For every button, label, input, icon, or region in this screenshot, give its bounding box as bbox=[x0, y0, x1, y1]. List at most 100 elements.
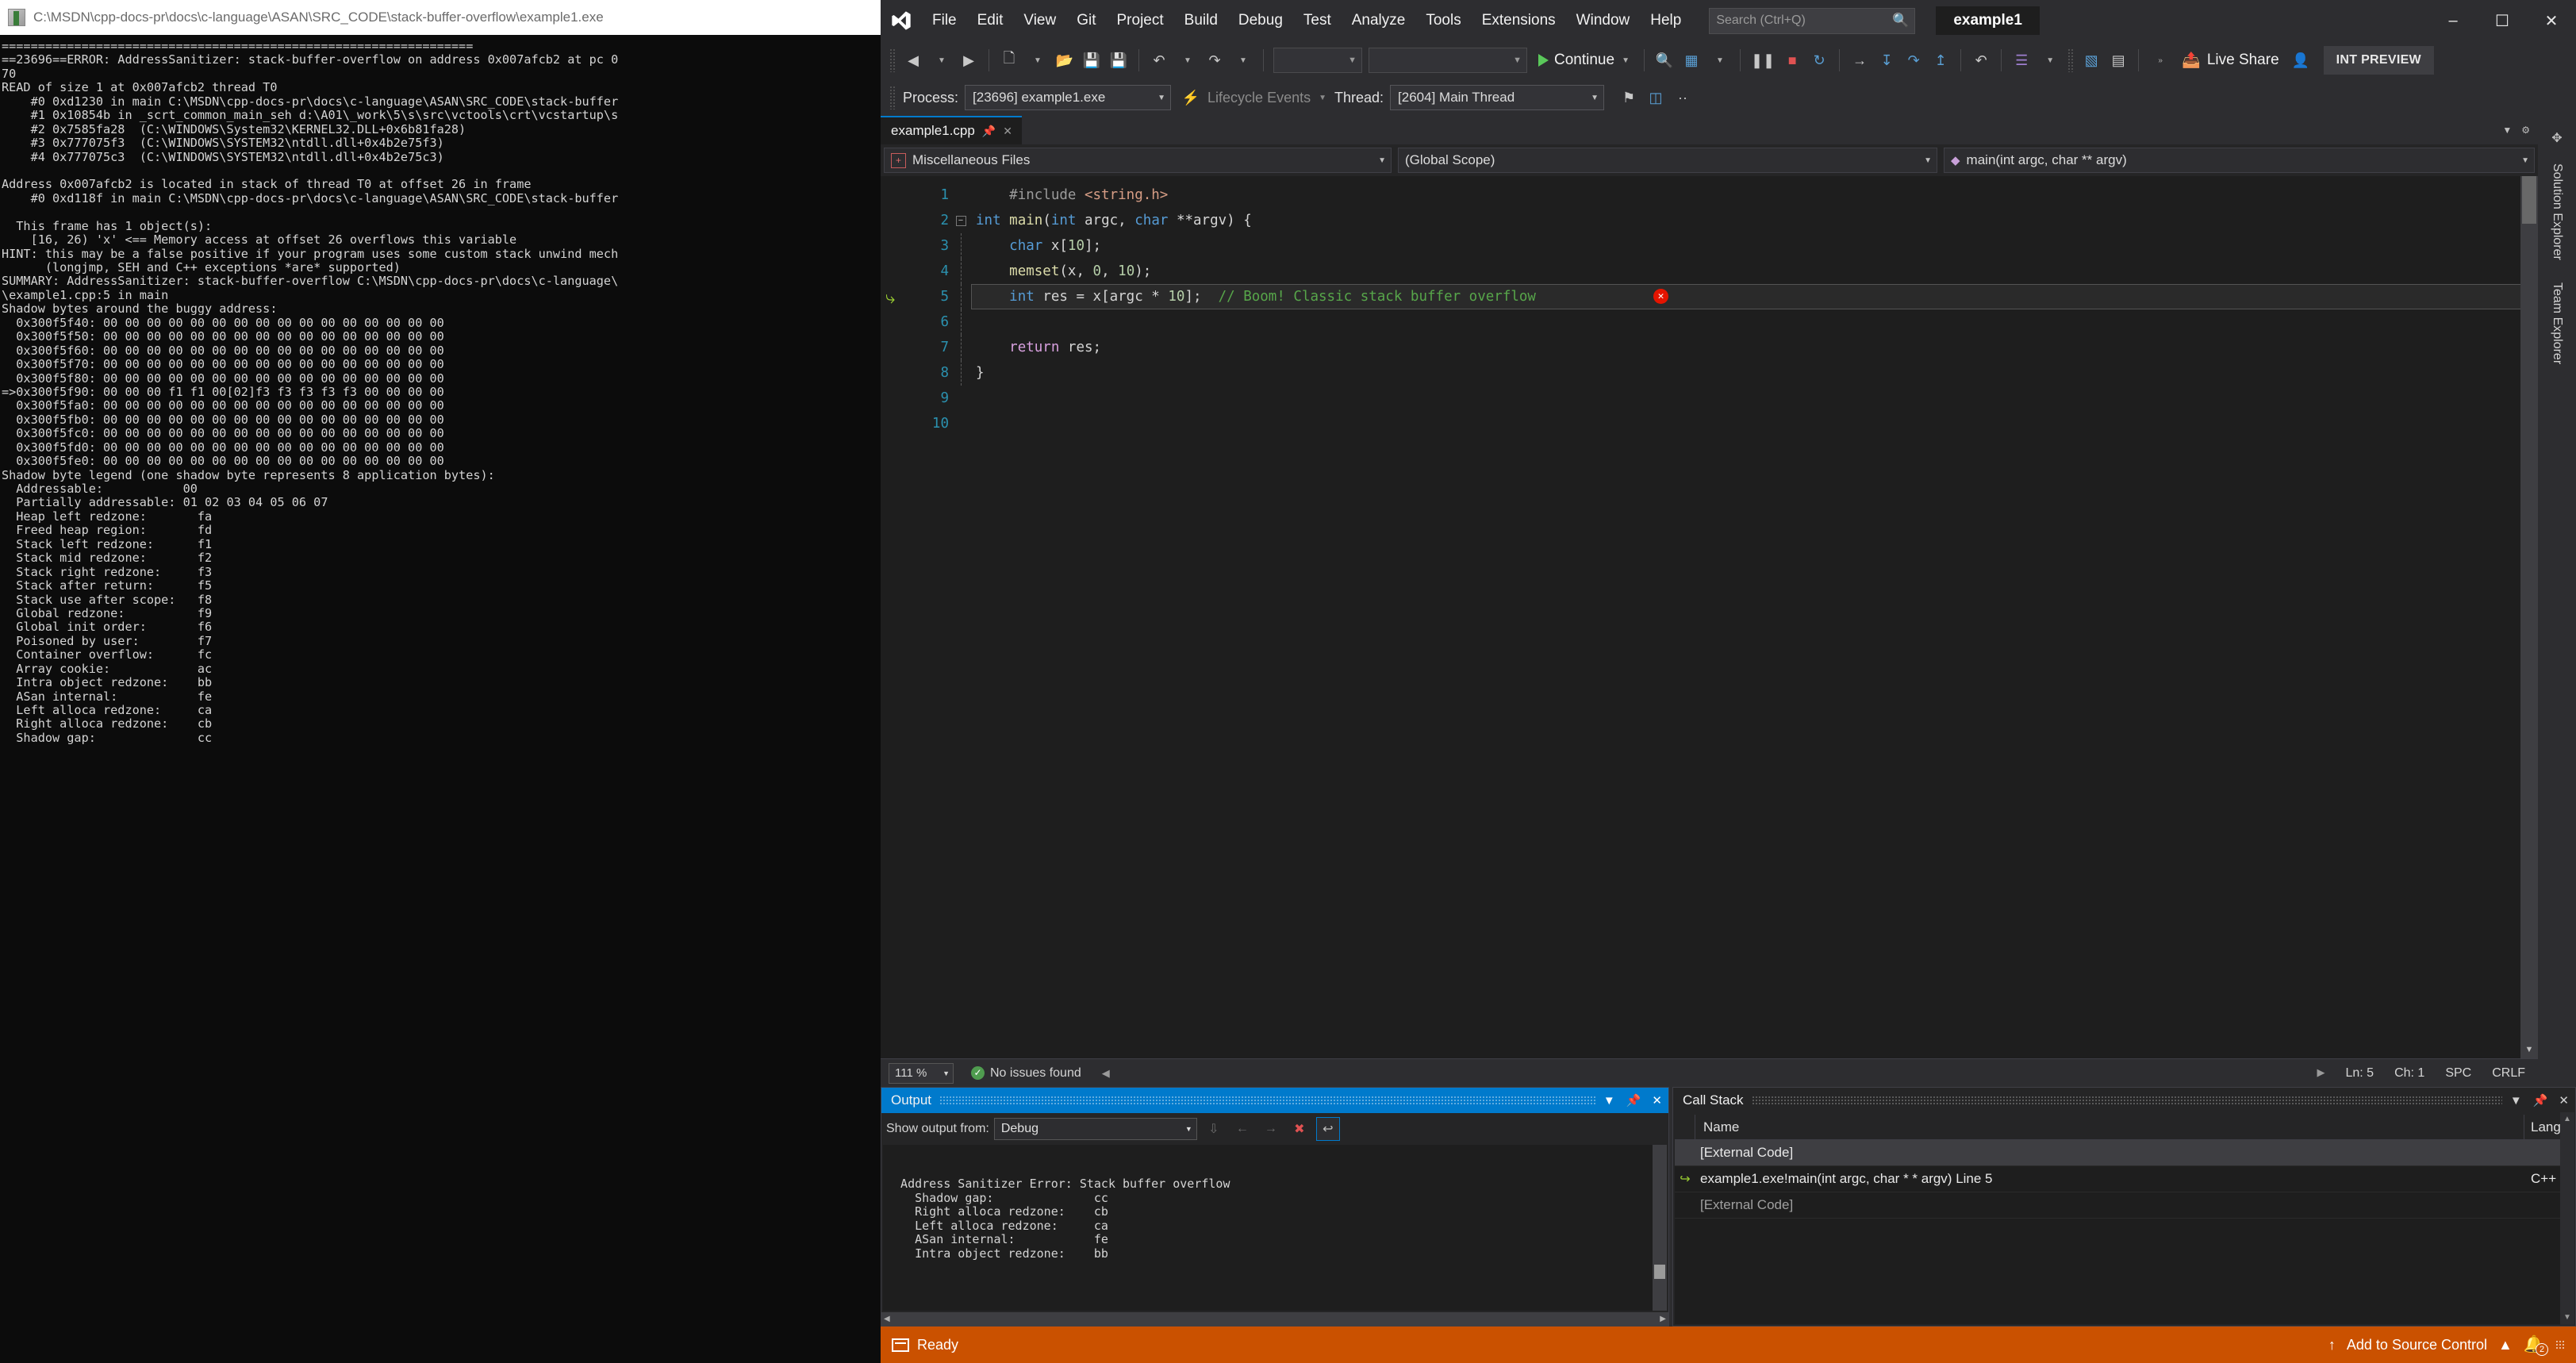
scroll-down-icon[interactable]: ▼ bbox=[2520, 1041, 2538, 1058]
call-stack-menu-icon[interactable]: ▼ bbox=[2510, 1094, 2522, 1108]
step-into-icon[interactable]: ↧ bbox=[1873, 46, 1900, 75]
menu-build[interactable]: Build bbox=[1174, 7, 1228, 34]
collapse-block-icon[interactable]: − bbox=[955, 215, 966, 226]
indicator-margin[interactable]: ⤷ bbox=[881, 176, 908, 1058]
output-horizontal-scrollbar[interactable]: ◀ ▶ bbox=[881, 1312, 1668, 1326]
column-header-name[interactable]: Name bbox=[1695, 1115, 2524, 1139]
next-issue-icon[interactable]: ▶ bbox=[2317, 1066, 2325, 1081]
undo-dropdown-icon[interactable]: ▼ bbox=[1174, 46, 1201, 75]
close-button[interactable]: ✕ bbox=[2527, 0, 2576, 41]
minimize-button[interactable]: – bbox=[2428, 0, 2478, 41]
threads-dropdown-icon[interactable]: ▼ bbox=[2037, 46, 2063, 75]
spaces-indicator[interactable]: SPC bbox=[2445, 1066, 2471, 1081]
code-line[interactable]: memset(x, 0, 10); bbox=[971, 259, 2538, 284]
eol-indicator[interactable]: CRLF bbox=[2492, 1066, 2525, 1081]
new-project-icon[interactable]: 🗋 bbox=[996, 46, 1023, 75]
output-panel-menu-icon[interactable]: ▼ bbox=[1603, 1094, 1615, 1108]
thread-combo[interactable]: [2604] Main Thread ▼ bbox=[1390, 85, 1605, 110]
menu-help[interactable]: Help bbox=[1640, 7, 1691, 34]
continue-button[interactable]: Continue ▼ bbox=[1530, 46, 1637, 75]
maximize-button[interactable]: ☐ bbox=[2478, 0, 2527, 41]
code-line[interactable]: int main(int argc, char **argv) { bbox=[971, 208, 2538, 233]
code-text[interactable]: #include <string.h> int main(int argc, ch… bbox=[971, 176, 2538, 1058]
global-scope-combo[interactable]: (Global Scope) ▼ bbox=[1398, 148, 1937, 173]
code-line[interactable]: int res = x[argc * 10]; // Boom! Classic… bbox=[971, 284, 2538, 309]
editor-settings-icon[interactable]: ⚙ bbox=[2521, 125, 2530, 136]
menu-view[interactable]: View bbox=[1013, 7, 1066, 34]
code-editor[interactable]: ⤷ 1 2 3 4 5 6 7 8 9 10 − #include <string.h> int m… bbox=[881, 176, 2538, 1058]
navigate-back-icon[interactable]: ◀ bbox=[900, 46, 927, 75]
revert-icon[interactable]: ↶ bbox=[1968, 46, 1994, 75]
panel-drag-handle[interactable] bbox=[939, 1096, 1595, 1105]
source-control-dropdown-icon[interactable]: ▲ bbox=[2498, 1337, 2513, 1353]
memory-dropdown-icon[interactable]: ▼ bbox=[1706, 46, 1733, 75]
stack-frame-icon[interactable]: ◫ bbox=[1642, 83, 1669, 112]
save-all-icon[interactable]: 💾 bbox=[1105, 46, 1132, 75]
table-row[interactable]: [External Code] bbox=[1675, 1192, 2574, 1219]
project-scope-combo[interactable]: + Miscellaneous Files ▼ bbox=[884, 148, 1392, 173]
step-out-icon[interactable]: ↥ bbox=[1927, 46, 1954, 75]
search-input[interactable] bbox=[1716, 13, 1909, 28]
redo-icon[interactable]: ↷ bbox=[1201, 46, 1228, 75]
breakpoints-icon[interactable]: ▧ bbox=[2078, 46, 2105, 75]
step-over-icon[interactable]: ↷ bbox=[1900, 46, 1927, 75]
menu-debug[interactable]: Debug bbox=[1228, 7, 1293, 34]
output-scroll-right-icon[interactable]: ▶ bbox=[1660, 1315, 1666, 1323]
output-vertical-scrollbar[interactable] bbox=[1653, 1145, 1667, 1311]
call-stack-scroll-down-icon[interactable]: ▼ bbox=[2560, 1311, 2574, 1325]
navigate-back-dropdown-icon[interactable]: ▼ bbox=[928, 46, 955, 75]
call-stack-vertical-scrollbar[interactable]: ▲ ▼ bbox=[2560, 1112, 2574, 1325]
pin-icon[interactable]: 📌 bbox=[982, 125, 996, 138]
call-stack-scroll-up-icon[interactable]: ▲ bbox=[2560, 1112, 2574, 1127]
redo-dropdown-icon[interactable]: ▼ bbox=[1230, 46, 1257, 75]
live-share-button[interactable]: 📤 Live Share bbox=[2174, 46, 2287, 75]
menu-edit[interactable]: Edit bbox=[967, 7, 1014, 34]
sidebar-item-team-explorer[interactable]: Team Explorer bbox=[2546, 271, 2568, 375]
output-panel-title[interactable]: Output ▼ 📌 ✕ bbox=[881, 1088, 1668, 1113]
code-line[interactable] bbox=[971, 386, 2538, 411]
diagnostics-icon[interactable]: ▤ bbox=[2105, 46, 2132, 75]
call-stack-close-icon[interactable]: ✕ bbox=[2559, 1093, 2569, 1108]
close-tab-icon[interactable]: ✕ bbox=[1003, 125, 1012, 138]
code-line[interactable]: #include <string.h> bbox=[971, 182, 2538, 208]
lifecycle-dropdown-icon[interactable]: ▼ bbox=[1319, 94, 1326, 102]
output-scroll-left-icon[interactable]: ◀ bbox=[884, 1315, 890, 1323]
code-line[interactable]: } bbox=[971, 360, 2538, 386]
add-to-source-control-button[interactable]: Add to Source Control bbox=[2347, 1337, 2487, 1353]
call-stack-drag-handle[interactable] bbox=[1751, 1096, 2502, 1105]
attach-process-icon[interactable]: 🔍 bbox=[1651, 46, 1678, 75]
code-line[interactable]: char x[10]; bbox=[971, 233, 2538, 259]
menu-test[interactable]: Test bbox=[1293, 7, 1342, 34]
rail-move-icon[interactable]: ✥ bbox=[2551, 124, 2562, 152]
output-panel-close-icon[interactable]: ✕ bbox=[1652, 1093, 1662, 1108]
undo-icon[interactable]: ↶ bbox=[1146, 46, 1173, 75]
status-resize-grip-icon[interactable] bbox=[2555, 1340, 2565, 1350]
previous-issue-icon[interactable]: ◀ bbox=[1102, 1067, 1110, 1080]
function-scope-combo[interactable]: ◆ main(int argc, char ** argv) ▼ bbox=[1944, 148, 2535, 173]
show-next-statement-icon[interactable]: → bbox=[1846, 46, 1873, 75]
notifications-icon[interactable]: 🔔 2 bbox=[2524, 1335, 2548, 1356]
search-box[interactable]: 🔍 bbox=[1709, 7, 1916, 34]
toolbar-grip[interactable] bbox=[889, 48, 896, 72]
tab-example1-cpp[interactable]: example1.cpp 📌 ✕ bbox=[881, 116, 1023, 144]
stop-debug-icon[interactable]: ■ bbox=[1779, 46, 1806, 75]
menu-extensions[interactable]: Extensions bbox=[1472, 7, 1566, 34]
call-stack-panel-title[interactable]: Call Stack ▼ 📌 ✕ bbox=[1673, 1088, 2575, 1113]
go-to-next-icon[interactable]: → bbox=[1259, 1117, 1283, 1141]
menu-tools[interactable]: Tools bbox=[1415, 7, 1471, 34]
account-icon[interactable]: 👤 bbox=[2287, 46, 2314, 75]
scrollbar-thumb[interactable] bbox=[2522, 176, 2536, 224]
new-project-dropdown-icon[interactable]: ▼ bbox=[1024, 46, 1051, 75]
restart-debug-icon[interactable]: ↻ bbox=[1806, 46, 1833, 75]
menu-file[interactable]: File bbox=[922, 7, 967, 34]
open-file-icon[interactable]: 📂 bbox=[1051, 46, 1078, 75]
table-row[interactable]: ↪ example1.exe!main(int argc, char * * ar… bbox=[1675, 1166, 2574, 1192]
debug-overflow-icon[interactable]: ·· bbox=[1669, 83, 1696, 112]
toolbar-grip-2[interactable] bbox=[2067, 48, 2075, 72]
find-message-icon[interactable]: ⇩ bbox=[1202, 1117, 1226, 1141]
threads-icon[interactable]: ☰ bbox=[2008, 46, 2035, 75]
table-row[interactable]: [External Code] bbox=[1675, 1140, 2574, 1166]
menu-window[interactable]: Window bbox=[1566, 7, 1641, 34]
console-titlebar[interactable]: C:\MSDN\cpp-docs-pr\docs\c-language\ASAN… bbox=[0, 0, 881, 35]
code-line[interactable] bbox=[971, 309, 2538, 335]
